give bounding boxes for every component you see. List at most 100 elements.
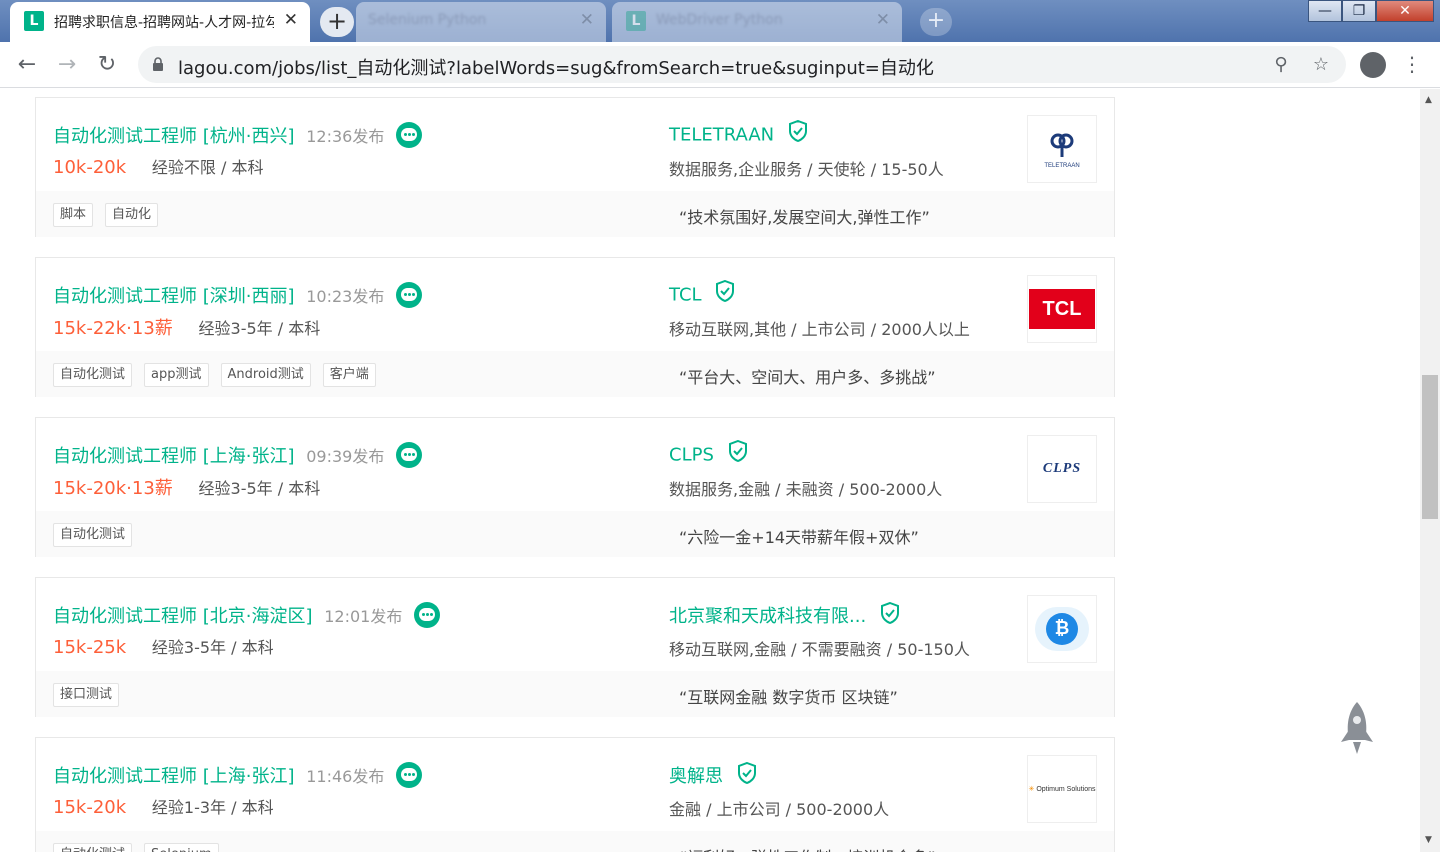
company-name[interactable]: 奥解思 — [669, 766, 723, 787]
tag-list: 接口测试 — [53, 683, 120, 707]
company-name[interactable]: CLPS — [669, 445, 714, 466]
job-tag[interactable]: 脚本 — [53, 203, 94, 227]
back-to-top-rocket-icon[interactable] — [1338, 700, 1376, 756]
job-title-link[interactable]: 自动化测试工程师 [上海·张江] 09:39发布 — [53, 442, 423, 470]
job-card[interactable]: 自动化测试工程师 [上海·张江] 09:39发布 15k-20k·13薪 经验3… — [35, 417, 1115, 557]
chat-icon[interactable] — [396, 442, 423, 468]
verified-shield-icon — [728, 439, 748, 467]
job-tag[interactable]: Selenium — [144, 843, 219, 852]
requirements: 经验不限 / 本科 — [151, 158, 264, 177]
job-card[interactable]: 自动化测试工程师 [深圳·西丽] 10:23发布 15k-22k·13薪 经验3… — [35, 257, 1115, 397]
job-tag[interactable]: 接口测试 — [53, 683, 120, 707]
forward-button[interactable]: → — [54, 52, 80, 78]
tag-list: 脚本 自动化 — [53, 203, 159, 227]
salary-row: 15k-20k 经验1-3年 / 本科 — [53, 794, 274, 818]
job-title[interactable]: 自动化测试工程师 [上海·张江] — [53, 766, 295, 787]
tab-close-icon[interactable]: ✕ — [876, 10, 890, 30]
job-title-link[interactable]: 自动化测试工程师 [北京·海淀区] 12:01发布 — [53, 602, 441, 630]
company-logo[interactable]: ₿ — [1027, 595, 1097, 663]
company-industry: 移动互联网,其他 / 上市公司 / 2000人以上 — [669, 320, 970, 339]
company-logo[interactable]: TELETRAAN — [1027, 115, 1097, 183]
publish-time: 12:36发布 — [306, 127, 385, 146]
job-card-footer: 自动化测试 “六险一金+14天带薪年假+双休” — [36, 511, 1114, 557]
tab-close-icon[interactable]: ✕ — [284, 10, 298, 30]
job-advantage: “互联网金融 数字货币 区块链” — [679, 688, 898, 707]
maximize-button[interactable]: ❐ — [1342, 0, 1376, 22]
job-tag[interactable]: 自动化测试 — [53, 363, 133, 387]
scroll-down-arrow-icon[interactable]: ▼ — [1425, 835, 1432, 845]
page-scrollbar[interactable]: ▲ ▼ — [1420, 89, 1440, 852]
search-icon[interactable]: ⚲ — [1270, 54, 1292, 76]
job-title[interactable]: 自动化测试工程师 [上海·张江] — [53, 446, 295, 467]
back-button[interactable]: ← — [14, 52, 40, 78]
company-link[interactable]: 北京聚和天成科技有限... — [669, 601, 900, 631]
job-title-link[interactable]: 自动化测试工程师 [上海·张江] 11:46发布 — [53, 762, 423, 790]
job-card[interactable]: 自动化测试工程师 [杭州·西兴] 12:36发布 10k-20k 经验不限 / … — [35, 97, 1115, 237]
profile-avatar-icon[interactable] — [1360, 52, 1386, 78]
company-name[interactable]: TELETRAAN — [669, 125, 774, 146]
job-tag[interactable]: 自动化 — [105, 203, 159, 227]
company-logo[interactable]: ✳ Optimum Solutions — [1027, 755, 1097, 823]
bookmark-star-icon[interactable]: ☆ — [1310, 54, 1332, 76]
tab-active[interactable]: L 招聘求职信息-招聘网站-人才网-拉勾 ✕ — [10, 2, 310, 42]
browser-toolbar: ← → ↻ lagou.com/jobs/list_自动化测试?labelWor… — [0, 42, 1440, 88]
chat-icon[interactable] — [414, 602, 441, 628]
job-title[interactable]: 自动化测试工程师 [北京·海淀区] — [53, 606, 313, 627]
lock-icon[interactable] — [152, 57, 164, 71]
job-tag[interactable]: app测试 — [144, 363, 209, 387]
new-tab-button-secondary[interactable]: + — [920, 8, 952, 36]
salary: 15k-20k — [53, 797, 127, 818]
company-link[interactable]: TCL — [669, 279, 735, 309]
reload-button[interactable]: ↻ — [94, 52, 120, 78]
job-tag[interactable]: 自动化测试 — [53, 523, 133, 547]
company-link[interactable]: 奥解思 — [669, 761, 757, 791]
tab-close-icon[interactable]: ✕ — [580, 10, 594, 30]
url-text[interactable]: lagou.com/jobs/list_自动化测试?labelWords=sug… — [178, 54, 934, 80]
chat-icon[interactable] — [396, 762, 423, 788]
job-card-top: 自动化测试工程师 [上海·张江] 11:46发布 15k-20k 经验1-3年 … — [36, 738, 1114, 831]
minimize-button[interactable]: — — [1308, 0, 1342, 22]
job-card-footer: 自动化测试 app测试 Android测试 客户端 “平台大、空间大、用户多、多挑战” — [36, 351, 1114, 397]
scroll-thumb[interactable] — [1422, 375, 1438, 519]
job-title-link[interactable]: 自动化测试工程师 [杭州·西兴] 12:36发布 — [53, 122, 423, 150]
job-title[interactable]: 自动化测试工程师 [深圳·西丽] — [53, 286, 295, 307]
company-industry: 金融 / 上市公司 / 500-2000人 — [669, 800, 890, 819]
scroll-up-arrow-icon[interactable]: ▲ — [1425, 95, 1432, 105]
lagou-favicon-icon: L — [24, 11, 44, 31]
company-name[interactable]: 北京聚和天成科技有限... — [669, 606, 866, 627]
job-tag[interactable]: 自动化测试 — [53, 843, 133, 852]
salary-row: 15k-20k·13薪 经验3-5年 / 本科 — [53, 474, 320, 500]
company-logo[interactable]: CLPS — [1027, 435, 1097, 503]
chat-icon[interactable] — [396, 282, 423, 308]
job-tag[interactable]: Android测试 — [220, 363, 311, 387]
job-tag[interactable]: 客户端 — [322, 363, 376, 387]
company-link[interactable]: CLPS — [669, 439, 748, 469]
chat-icon[interactable] — [396, 122, 423, 148]
job-card-top: 自动化测试工程师 [北京·海淀区] 12:01发布 15k-25k 经验3-5年… — [36, 578, 1114, 671]
job-title-link[interactable]: 自动化测试工程师 [深圳·西丽] 10:23发布 — [53, 282, 423, 310]
lagou-favicon-icon: L — [626, 11, 646, 31]
verified-shield-icon — [737, 761, 757, 789]
tab-title: WebDriver Python — [656, 12, 783, 28]
company-name[interactable]: TCL — [669, 285, 702, 306]
job-title[interactable]: 自动化测试工程师 [杭州·西兴] — [53, 126, 295, 147]
tab-title: Selenium Python — [368, 12, 487, 28]
job-card[interactable]: 自动化测试工程师 [上海·张江] 11:46发布 15k-20k 经验1-3年 … — [35, 737, 1115, 852]
company-logo-text: CLPS — [1042, 461, 1082, 476]
company-link[interactable]: TELETRAAN — [669, 119, 808, 149]
company-logo-text: TELETRAAN — [1044, 163, 1079, 169]
salary: 15k-22k·13薪 — [53, 318, 173, 339]
tab-background-1[interactable]: Selenium Python ✕ — [356, 2, 606, 42]
address-bar[interactable]: lagou.com/jobs/list_自动化测试?labelWords=sug… — [138, 46, 1346, 83]
close-window-button[interactable]: ✕ — [1376, 0, 1434, 22]
menu-icon[interactable]: ⋮ — [1402, 52, 1422, 76]
salary-row: 10k-20k 经验不限 / 本科 — [53, 154, 263, 178]
company-logo[interactable]: TCL — [1027, 275, 1097, 343]
window-controls: — ❐ ✕ — [1308, 0, 1434, 22]
tab-background-2[interactable]: L WebDriver Python ✕ — [612, 2, 902, 42]
new-tab-button[interactable]: + — [320, 7, 354, 37]
job-card[interactable]: 自动化测试工程师 [北京·海淀区] 12:01发布 15k-25k 经验3-5年… — [35, 577, 1115, 717]
requirements: 经验3-5年 / 本科 — [198, 479, 321, 498]
job-card-top: 自动化测试工程师 [上海·张江] 09:39发布 15k-20k·13薪 经验3… — [36, 418, 1114, 511]
company-logo-text: TCL — [1029, 289, 1095, 329]
